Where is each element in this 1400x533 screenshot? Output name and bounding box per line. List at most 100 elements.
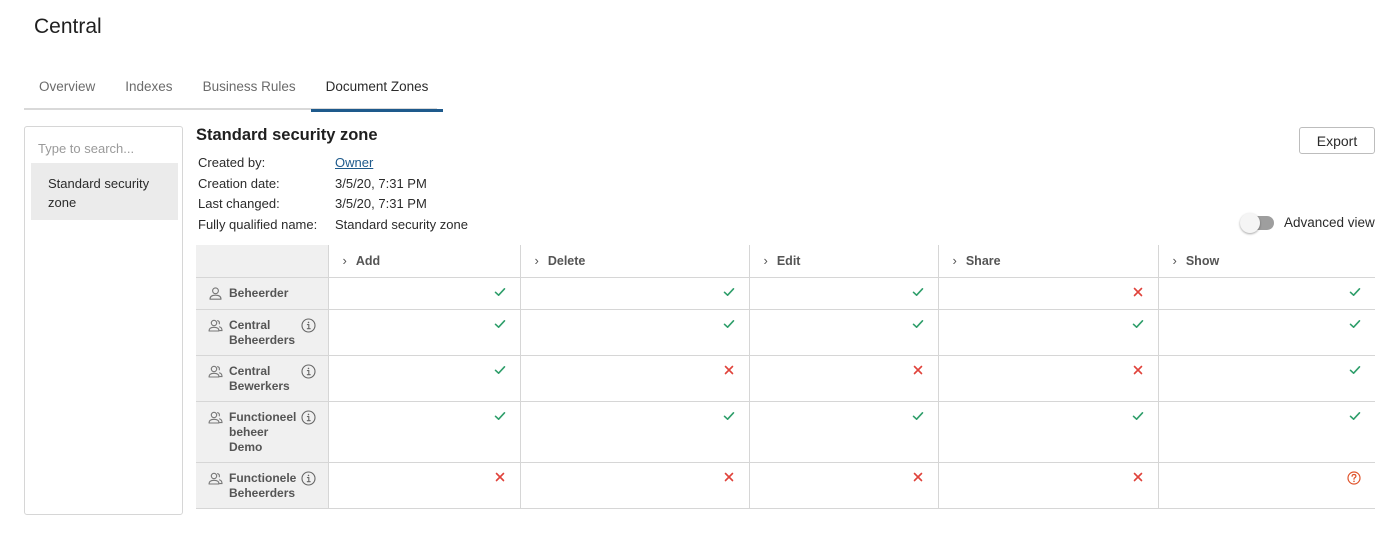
toggle-knob bbox=[1240, 212, 1260, 233]
check-icon bbox=[1349, 319, 1361, 328]
zone-list-item[interactable]: Standard security zone bbox=[31, 163, 178, 220]
check-icon bbox=[494, 287, 505, 296]
principal-name: Functionele Beheerders bbox=[229, 471, 296, 501]
export-button[interactable]: Export bbox=[1299, 127, 1375, 154]
column-header-label: Add bbox=[355, 254, 381, 269]
check-icon bbox=[494, 411, 505, 420]
cross-icon bbox=[495, 472, 504, 481]
info-icon[interactable] bbox=[300, 363, 316, 379]
info-icon[interactable] bbox=[300, 470, 316, 486]
permission-cell-delete[interactable] bbox=[519, 462, 749, 509]
info-icon[interactable] bbox=[300, 409, 316, 425]
permission-cell-share[interactable] bbox=[937, 309, 1158, 356]
principal-name-line: Central bbox=[229, 317, 271, 332]
permission-cell-edit[interactable] bbox=[748, 462, 938, 509]
chevron-right-icon: › bbox=[342, 253, 347, 269]
cross-icon bbox=[1133, 287, 1142, 296]
principal-name: Central Beheerders bbox=[229, 318, 295, 348]
chevron-right-icon: › bbox=[534, 253, 539, 269]
column-header-label: Delete bbox=[547, 254, 586, 269]
search-input[interactable] bbox=[31, 135, 176, 161]
meta-row-created-by: Created by: Owner bbox=[198, 152, 468, 173]
meta-row-creation-date: Creation date: 3/5/20, 7:31 PM bbox=[198, 173, 468, 194]
check-icon bbox=[1349, 365, 1361, 374]
check-icon bbox=[723, 411, 734, 420]
permission-cell-show[interactable] bbox=[1157, 309, 1375, 356]
permission-cell-delete[interactable] bbox=[519, 277, 749, 310]
check-icon bbox=[1132, 319, 1143, 328]
meta-label: Fully qualified name: bbox=[198, 216, 318, 232]
permission-cell-show[interactable] bbox=[1157, 355, 1375, 402]
permission-cell-add[interactable] bbox=[327, 462, 520, 509]
permission-cell-share[interactable] bbox=[937, 462, 1158, 509]
permission-cell-show[interactable] bbox=[1157, 462, 1375, 509]
meta-value: Standard security zone bbox=[335, 216, 468, 232]
principal-name: Functioneel beheer Demo bbox=[229, 410, 296, 455]
cross-icon bbox=[913, 472, 922, 481]
permission-cell-share[interactable] bbox=[937, 355, 1158, 402]
permission-cell-edit[interactable] bbox=[748, 277, 938, 310]
column-header-share[interactable]: › Share bbox=[937, 245, 1158, 278]
tab-business-rules[interactable]: Business Rules bbox=[188, 70, 311, 110]
row-header: Beheerder bbox=[196, 277, 328, 310]
permission-cell-edit[interactable] bbox=[748, 309, 938, 356]
permission-cell-add[interactable] bbox=[327, 277, 520, 310]
permission-cell-add[interactable] bbox=[327, 355, 520, 402]
column-header-label: Share bbox=[965, 254, 1001, 269]
permission-cell-edit[interactable] bbox=[748, 355, 938, 402]
advanced-view-toggle[interactable] bbox=[1240, 212, 1274, 233]
row-header: Central Bewerkers bbox=[196, 355, 328, 402]
meta-label: Creation date: bbox=[198, 175, 280, 191]
check-icon bbox=[912, 319, 923, 328]
cross-icon bbox=[1133, 472, 1142, 481]
tab-overview[interactable]: Overview bbox=[24, 70, 110, 110]
group-icon bbox=[208, 319, 223, 332]
row-header: Functionele Beheerders bbox=[196, 462, 328, 509]
principal-name-line: Functionele bbox=[229, 470, 297, 485]
check-icon bbox=[1349, 287, 1361, 296]
cross-icon bbox=[913, 365, 922, 374]
group-icon bbox=[208, 365, 223, 378]
owner-link[interactable]: Owner bbox=[335, 155, 373, 170]
check-icon bbox=[1132, 411, 1143, 420]
permission-cell-add[interactable] bbox=[327, 401, 520, 463]
advanced-view-label: Advanced view bbox=[1284, 215, 1375, 230]
check-icon bbox=[912, 411, 923, 420]
table-row: Functionele Beheerders bbox=[196, 462, 1375, 509]
tab-document-zones[interactable]: Document Zones bbox=[310, 70, 444, 112]
permission-cell-add[interactable] bbox=[327, 309, 520, 356]
column-header-add[interactable]: › Add bbox=[327, 245, 520, 278]
zone-title: Standard security zone bbox=[196, 126, 378, 144]
row-header: Functioneel beheer Demo bbox=[196, 401, 328, 463]
chevron-right-icon: › bbox=[763, 253, 768, 269]
principal-name-line: beheer bbox=[229, 424, 269, 439]
check-icon bbox=[912, 287, 923, 296]
tab-indexes[interactable]: Indexes bbox=[110, 70, 187, 110]
table-row: Functioneel beheer Demo bbox=[196, 401, 1375, 463]
permission-cell-share[interactable] bbox=[937, 401, 1158, 463]
permission-cell-delete[interactable] bbox=[519, 309, 749, 356]
column-header-show[interactable]: › Show bbox=[1157, 245, 1375, 278]
cross-icon bbox=[1133, 365, 1142, 374]
column-header-edit[interactable]: › Edit bbox=[748, 245, 938, 278]
question-icon bbox=[1347, 470, 1361, 485]
permission-cell-delete[interactable] bbox=[519, 355, 749, 402]
chevron-right-icon: › bbox=[1172, 253, 1177, 269]
table-row: Central Beheerders bbox=[196, 309, 1375, 356]
column-header-delete[interactable]: › Delete bbox=[519, 245, 749, 278]
check-icon bbox=[723, 287, 734, 296]
permission-cell-delete[interactable] bbox=[519, 401, 749, 463]
group-icon bbox=[208, 472, 223, 485]
column-header-label: Show bbox=[1185, 254, 1220, 269]
permission-cell-share[interactable] bbox=[937, 277, 1158, 310]
info-icon[interactable] bbox=[300, 317, 316, 333]
check-icon bbox=[494, 365, 505, 374]
zone-sidebar: Standard security zone bbox=[24, 126, 183, 515]
permission-cell-show[interactable] bbox=[1157, 401, 1375, 463]
table-row: Beheerder bbox=[196, 277, 1375, 310]
permission-cell-edit[interactable] bbox=[748, 401, 938, 463]
permission-cell-show[interactable] bbox=[1157, 277, 1375, 310]
principal-name-line: Bewerkers bbox=[229, 378, 290, 393]
cross-icon bbox=[724, 472, 733, 481]
principal-name: Beheerder bbox=[229, 286, 288, 301]
